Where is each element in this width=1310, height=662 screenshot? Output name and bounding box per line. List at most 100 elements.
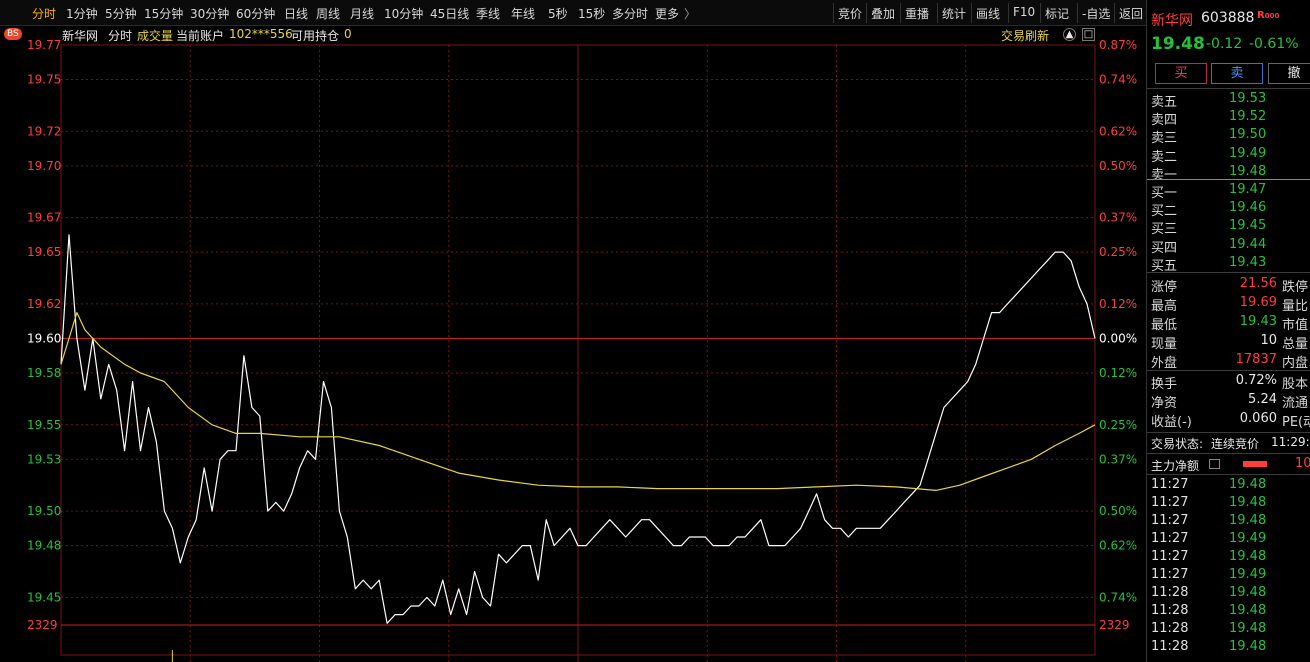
- price-tick-label: 19.75: [27, 73, 61, 87]
- period-tab[interactable]: 月线: [350, 5, 374, 22]
- pct-tick-label: 0.00%: [1099, 331, 1137, 345]
- price-change: -0.12: [1206, 36, 1243, 52]
- tick-price: 19.48: [1229, 513, 1267, 528]
- stat-label: 最高: [1151, 299, 1178, 314]
- period-tab[interactable]: 季线: [476, 5, 500, 22]
- price-tick-label: 19.60: [27, 331, 61, 345]
- price-tick-label: 19.62: [27, 297, 61, 311]
- orderbook-level-price[interactable]: 19.47: [1229, 182, 1266, 197]
- tick-price: 19.48: [1229, 621, 1267, 636]
- orderbook-level-label: 卖五: [1151, 95, 1178, 110]
- pct-tick-label: 0.12%: [1099, 297, 1137, 311]
- orderbook-level-price[interactable]: 19.50: [1229, 127, 1266, 142]
- period-tab[interactable]: 1分钟: [66, 5, 98, 22]
- pct-tick-label: 0.62%: [1099, 539, 1137, 553]
- toolbar-button[interactable]: 返回: [1114, 3, 1147, 23]
- orderbook-level-label: 卖三: [1151, 131, 1178, 147]
- toolbar-button[interactable]: 重播: [900, 3, 933, 23]
- tick-price: 19.48: [1229, 639, 1267, 654]
- tick-time: 11:27: [1151, 495, 1189, 510]
- stat-value: 21.56: [1239, 276, 1277, 291]
- quote-stock-name: 新华网: [1151, 13, 1193, 29]
- cancel-order-button[interactable]: 撤: [1268, 63, 1310, 84]
- stat-value: 0.72%: [1235, 373, 1277, 388]
- period-tab[interactable]: 45日线: [430, 5, 469, 22]
- orderbook-level-price[interactable]: 19.46: [1229, 200, 1266, 215]
- intraday-chart[interactable]: 19.77 0.87% 19.75 0.74% 19.72 0.62% 19.70 0.50%…: [0, 26, 1146, 662]
- trade-status: 连续竞价: [1211, 437, 1260, 451]
- period-tab[interactable]: 分时: [32, 5, 56, 22]
- orderbook-level-label: 卖四: [1151, 113, 1178, 129]
- trade-status-label: 交易状态:: [1151, 437, 1204, 451]
- pct-tick-label: 0.74%: [1099, 590, 1137, 604]
- tick-time: 11:28: [1151, 639, 1189, 654]
- trade-status-time: 11:29:: [1271, 435, 1310, 449]
- orderbook-level-label: 卖二: [1151, 149, 1178, 165]
- price-tick-label: 19.55: [27, 418, 61, 432]
- tick-time: 11:27: [1151, 567, 1189, 582]
- period-tab[interactable]: 10分钟: [384, 5, 423, 22]
- main-flow-toggle-icon[interactable]: [1209, 459, 1220, 469]
- stat-label: PE(动): [1282, 415, 1310, 430]
- price-tick-label: 19.72: [27, 124, 61, 138]
- toolbar-button[interactable]: 竞价: [833, 3, 866, 23]
- stat-label: 收益(-): [1151, 415, 1192, 430]
- pct-tick-label: 0.87%: [1099, 38, 1137, 52]
- stat-label: 跌停: [1282, 280, 1309, 295]
- tick-price: 19.48: [1229, 549, 1267, 564]
- tick-price: 19.48: [1229, 603, 1267, 618]
- toolbar-button[interactable]: 统计: [937, 3, 970, 23]
- sell-button[interactable]: 卖: [1211, 63, 1263, 84]
- period-tab[interactable]: 30分钟: [190, 5, 229, 22]
- period-tab[interactable]: 日线: [284, 5, 308, 22]
- pct-tick-label: 0.74%: [1099, 73, 1137, 87]
- toolbar-button[interactable]: 画线: [971, 3, 1004, 23]
- period-tab[interactable]: 更多: [655, 5, 679, 22]
- tick-price: 19.49: [1229, 531, 1267, 546]
- tick-price: 19.48: [1229, 495, 1267, 510]
- tick-price: 19.48: [1229, 585, 1267, 600]
- orderbook-level-price[interactable]: 19.53: [1229, 91, 1266, 106]
- period-tab[interactable]: 15分钟: [144, 5, 183, 22]
- orderbook-level-price[interactable]: 19.45: [1229, 218, 1266, 233]
- orderbook-level-price[interactable]: 19.43: [1229, 255, 1266, 270]
- orderbook-level-price[interactable]: 19.48: [1229, 164, 1266, 179]
- stat-label: 涨停: [1151, 280, 1178, 295]
- stat-label: 流通: [1282, 396, 1309, 411]
- stat-label: 总量: [1282, 337, 1309, 352]
- tick-time: 11:27: [1151, 477, 1189, 492]
- stat-label: 市值: [1282, 318, 1309, 333]
- period-tab[interactable]: 多分时: [612, 5, 648, 22]
- period-tab[interactable]: 15秒: [578, 5, 605, 22]
- toolbar-button[interactable]: 标记: [1040, 3, 1073, 23]
- price-tick-label: 19.67: [27, 211, 61, 225]
- toolbar-button[interactable]: F10: [1008, 3, 1039, 23]
- stat-value: 5.24: [1248, 392, 1277, 407]
- period-tab[interactable]: 年线: [511, 5, 535, 22]
- main-flow-label: 主力净额: [1151, 459, 1200, 473]
- volume-tick-label: 2329: [27, 618, 58, 632]
- toolbar-button[interactable]: 叠加: [866, 3, 899, 23]
- quote-stock-code: 603888: [1201, 10, 1255, 26]
- quote-panel: 新华网 603888 R000 19.48 -0.12 -0.61% 买 卖 撤…: [1146, 0, 1310, 662]
- period-tab[interactable]: 5分钟: [105, 5, 137, 22]
- period-tab[interactable]: 周线: [316, 5, 340, 22]
- period-tab[interactable]: 60分钟: [236, 5, 275, 22]
- orderbook-level-price[interactable]: 19.52: [1229, 109, 1266, 124]
- price-tick-label: 19.50: [27, 504, 61, 518]
- orderbook-level-label: 买三: [1151, 222, 1178, 238]
- buy-button[interactable]: 买: [1155, 63, 1207, 84]
- orderbook-level-price[interactable]: 19.49: [1229, 146, 1266, 161]
- period-toolbar: 分时 1分钟 5分钟 15分钟 30分钟 60分钟 日线 周线 月线 10分钟 45日线 季线 年线 5秒…: [0, 0, 1146, 26]
- more-chevron-icon[interactable]: 〉: [684, 5, 696, 22]
- stat-value: 19.69: [1239, 295, 1277, 310]
- tick-price: 19.48: [1229, 477, 1267, 492]
- pct-tick-label: 0.62%: [1099, 124, 1137, 138]
- period-tab[interactable]: 5秒: [548, 5, 568, 22]
- tick-time: 11:28: [1151, 603, 1189, 618]
- orderbook-level-price[interactable]: 19.44: [1229, 237, 1266, 252]
- tick-time: 11:27: [1151, 513, 1189, 528]
- orderbook-level-label: 买二: [1151, 204, 1178, 220]
- toolbar-button[interactable]: -自选: [1077, 3, 1114, 23]
- stat-value: 10: [1260, 333, 1277, 348]
